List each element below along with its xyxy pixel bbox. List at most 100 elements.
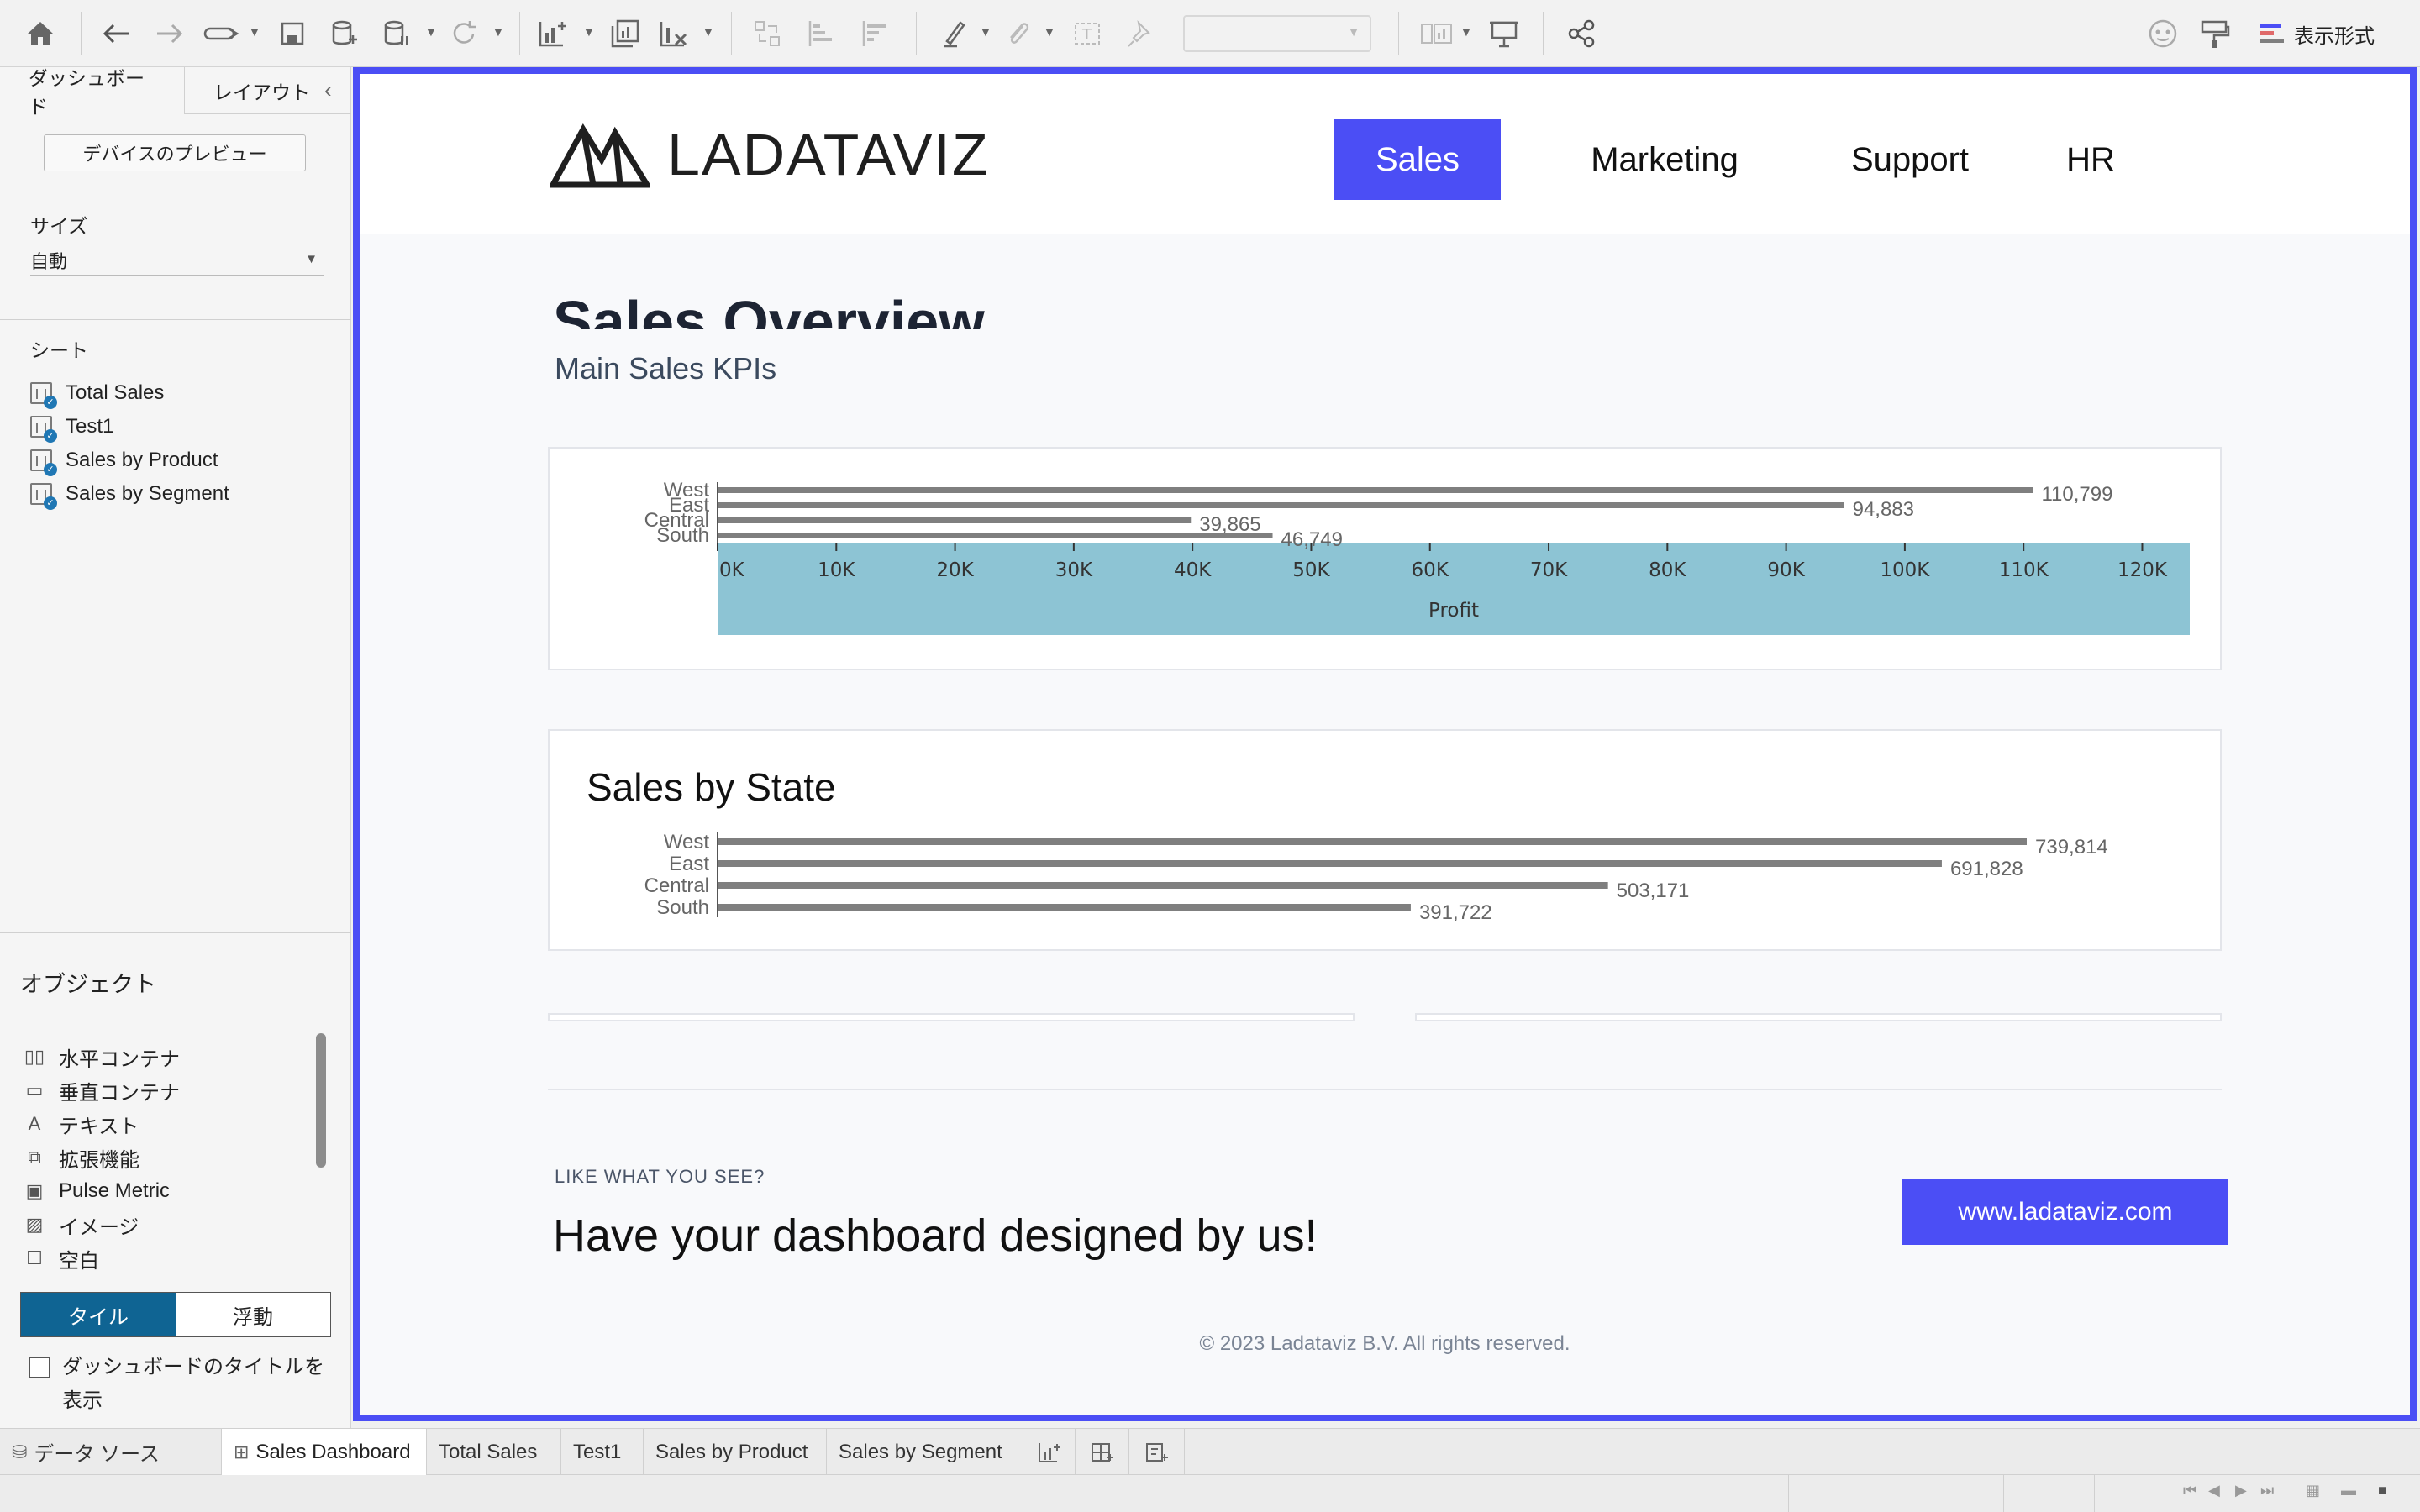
size-select[interactable]: 自動 ▼: [30, 245, 324, 276]
new-worksheet-icon[interactable]: [534, 15, 571, 52]
tile-button[interactable]: タイル: [21, 1293, 176, 1336]
chevron-down-icon[interactable]: ▼: [980, 25, 992, 39]
chevron-down-icon[interactable]: ▼: [1460, 25, 1472, 39]
chevron-down-icon[interactable]: ▼: [702, 25, 714, 39]
duplicate-sheet-icon[interactable]: [607, 15, 644, 52]
toolbar-separator: [731, 12, 732, 55]
format-icon: [2260, 24, 2284, 43]
extension-icon: ⧉: [28, 1147, 41, 1168]
format-menu[interactable]: 表示形式: [2260, 17, 2375, 50]
data-label: 391,722: [1419, 901, 1492, 924]
size-value: 自動: [30, 250, 68, 272]
home-icon[interactable]: [22, 15, 59, 52]
nav-hr[interactable]: HR: [2040, 119, 2141, 200]
sales-by-state-card: Sales by State West 739,814 East 691,828 Cen…: [548, 729, 2222, 951]
sheet-item-sales-by-segment[interactable]: ✓ Sales by Segment: [30, 479, 229, 510]
page-subtitle: Main Sales KPIs: [555, 351, 777, 386]
objects-scrollbar[interactable]: [316, 1033, 326, 1168]
new-story-tab-icon[interactable]: [1129, 1429, 1185, 1475]
sales-by-state-bar-chart[interactable]: West 739,814 East 691,828 Central 503,171 Sout…: [550, 731, 2223, 953]
device-preview-button[interactable]: デバイスのプレビュー: [44, 134, 306, 171]
save-icon[interactable]: [274, 15, 311, 52]
cta-headline: Have your dashboard designed by us!: [553, 1210, 1318, 1261]
new-data-source-icon[interactable]: [326, 15, 363, 52]
presentation-mode-icon[interactable]: [1486, 15, 1523, 52]
sheet-item-total-sales[interactable]: ✓ Total Sales: [30, 378, 165, 409]
tab-layout[interactable]: レイアウト: [185, 67, 339, 114]
new-worksheet-tab-icon[interactable]: [1023, 1429, 1076, 1475]
share-icon[interactable]: [1563, 15, 1600, 52]
fix-axes-icon[interactable]: [1123, 15, 1160, 52]
tab-data-source[interactable]: ⛁ データ ソース: [0, 1429, 222, 1475]
chevron-down-icon[interactable]: ▼: [492, 25, 504, 39]
show-cards-icon[interactable]: [1418, 15, 1455, 52]
profit-chart-card: West 110,799 East 94,883 Central 39,865 South 4…: [548, 447, 2222, 670]
next-sheet-icon[interactable]: ▶: [2235, 1482, 2247, 1499]
highlight-icon[interactable]: [936, 15, 973, 52]
tab-sales-by-segment[interactable]: Sales by Segment: [827, 1429, 1023, 1475]
object-text[interactable]: A テキスト: [24, 1109, 139, 1139]
new-dashboard-tab-icon[interactable]: [1076, 1429, 1129, 1475]
nav-sales[interactable]: Sales: [1334, 119, 1501, 200]
sort-descending-icon[interactable]: [857, 15, 894, 52]
fit-select[interactable]: ▼: [1183, 15, 1371, 52]
last-sheet-icon[interactable]: ⏭: [2260, 1482, 2274, 1499]
swap-rows-columns-icon[interactable]: [750, 15, 786, 52]
object-image[interactable]: ▨ イメージ: [24, 1210, 139, 1240]
tab-sales-dashboard[interactable]: ⊞ Sales Dashboard: [222, 1429, 427, 1475]
sheet-item-label: Sales by Segment: [66, 482, 229, 505]
chevron-down-icon[interactable]: ▼: [583, 25, 595, 39]
format-painter-icon[interactable]: [2196, 15, 2233, 52]
sheet-item-test1[interactable]: ✓ Test1: [30, 412, 113, 443]
redo-icon[interactable]: [151, 15, 188, 52]
show-title-checkbox[interactable]: [29, 1357, 50, 1378]
object-pulse-metric[interactable]: ▣ Pulse Metric: [24, 1176, 170, 1206]
pause-update-icon[interactable]: [378, 15, 415, 52]
filmstrip-icon[interactable]: ▬: [2341, 1482, 2356, 1499]
website-link-button[interactable]: www.ladataviz.com: [1902, 1179, 2228, 1245]
tick-label: 0K: [719, 559, 745, 581]
sheet-sorter-icon[interactable]: ▦: [2306, 1482, 2320, 1499]
nav-support[interactable]: Support: [1813, 119, 2007, 200]
chevron-down-icon[interactable]: ▼: [249, 25, 260, 39]
group-members-icon[interactable]: [1000, 15, 1037, 52]
chevron-down-icon: ▼: [305, 252, 318, 266]
collapse-pane-icon[interactable]: ‹: [324, 77, 332, 103]
refresh-icon[interactable]: [445, 15, 482, 52]
chevron-down-icon[interactable]: ▼: [1044, 25, 1055, 39]
chevron-down-icon[interactable]: ▼: [425, 25, 437, 39]
sort-ascending-icon[interactable]: [803, 15, 840, 52]
object-label: 拡張機能: [59, 1148, 139, 1172]
object-horizontal-container[interactable]: ▯▯ 水平コンテナ: [24, 1042, 180, 1072]
data-source-switch-icon[interactable]: [203, 15, 240, 52]
sheet-item-sales-by-product[interactable]: ✓ Sales by Product: [30, 445, 218, 476]
previous-sheet-icon[interactable]: ◀: [2208, 1482, 2220, 1499]
toolbar-separator: [519, 12, 520, 55]
bar: [718, 517, 1192, 523]
status-cell: [1788, 1475, 2003, 1512]
toolbar-separator: [916, 12, 917, 55]
logo[interactable]: LADATAVIZ: [550, 121, 990, 188]
object-label: Pulse Metric: [59, 1179, 171, 1202]
show-mark-labels-icon[interactable]: T: [1069, 15, 1106, 52]
first-sheet-icon[interactable]: ⏮: [2183, 1482, 2196, 1499]
object-extension[interactable]: ⧉ 拡張機能: [24, 1142, 139, 1173]
clear-sheet-icon[interactable]: [655, 15, 692, 52]
object-blank[interactable]: ☐ 空白: [24, 1243, 99, 1273]
show-title-option[interactable]: ダッシュボードのタイトルを表示: [29, 1351, 339, 1418]
tab-total-sales[interactable]: Total Sales: [427, 1429, 561, 1475]
tab-test1[interactable]: Test1: [561, 1429, 644, 1475]
divider: [0, 319, 351, 320]
object-vertical-container[interactable]: ▭ 垂直コンテナ: [24, 1075, 180, 1105]
nav-marketing[interactable]: Marketing: [1551, 119, 1778, 200]
tab-sales-by-product[interactable]: Sales by Product: [644, 1429, 827, 1475]
undo-icon[interactable]: [97, 15, 134, 52]
agent-icon[interactable]: [2144, 15, 2181, 52]
tabs-view-icon[interactable]: ■: [2378, 1482, 2387, 1499]
tab-dashboard[interactable]: ダッシュボード: [0, 67, 185, 118]
profit-bar-chart[interactable]: West 110,799East 94,883Central 39,865South 4…: [550, 449, 2223, 672]
sheet-item-label: Total Sales: [66, 381, 165, 404]
float-button[interactable]: 浮動: [176, 1293, 330, 1336]
text-icon: A: [28, 1113, 41, 1134]
dashboard-pane: ダッシュボード レイアウト ‹ デバイスのプレビュー サイズ 自動 ▼ シート …: [0, 67, 351, 1428]
